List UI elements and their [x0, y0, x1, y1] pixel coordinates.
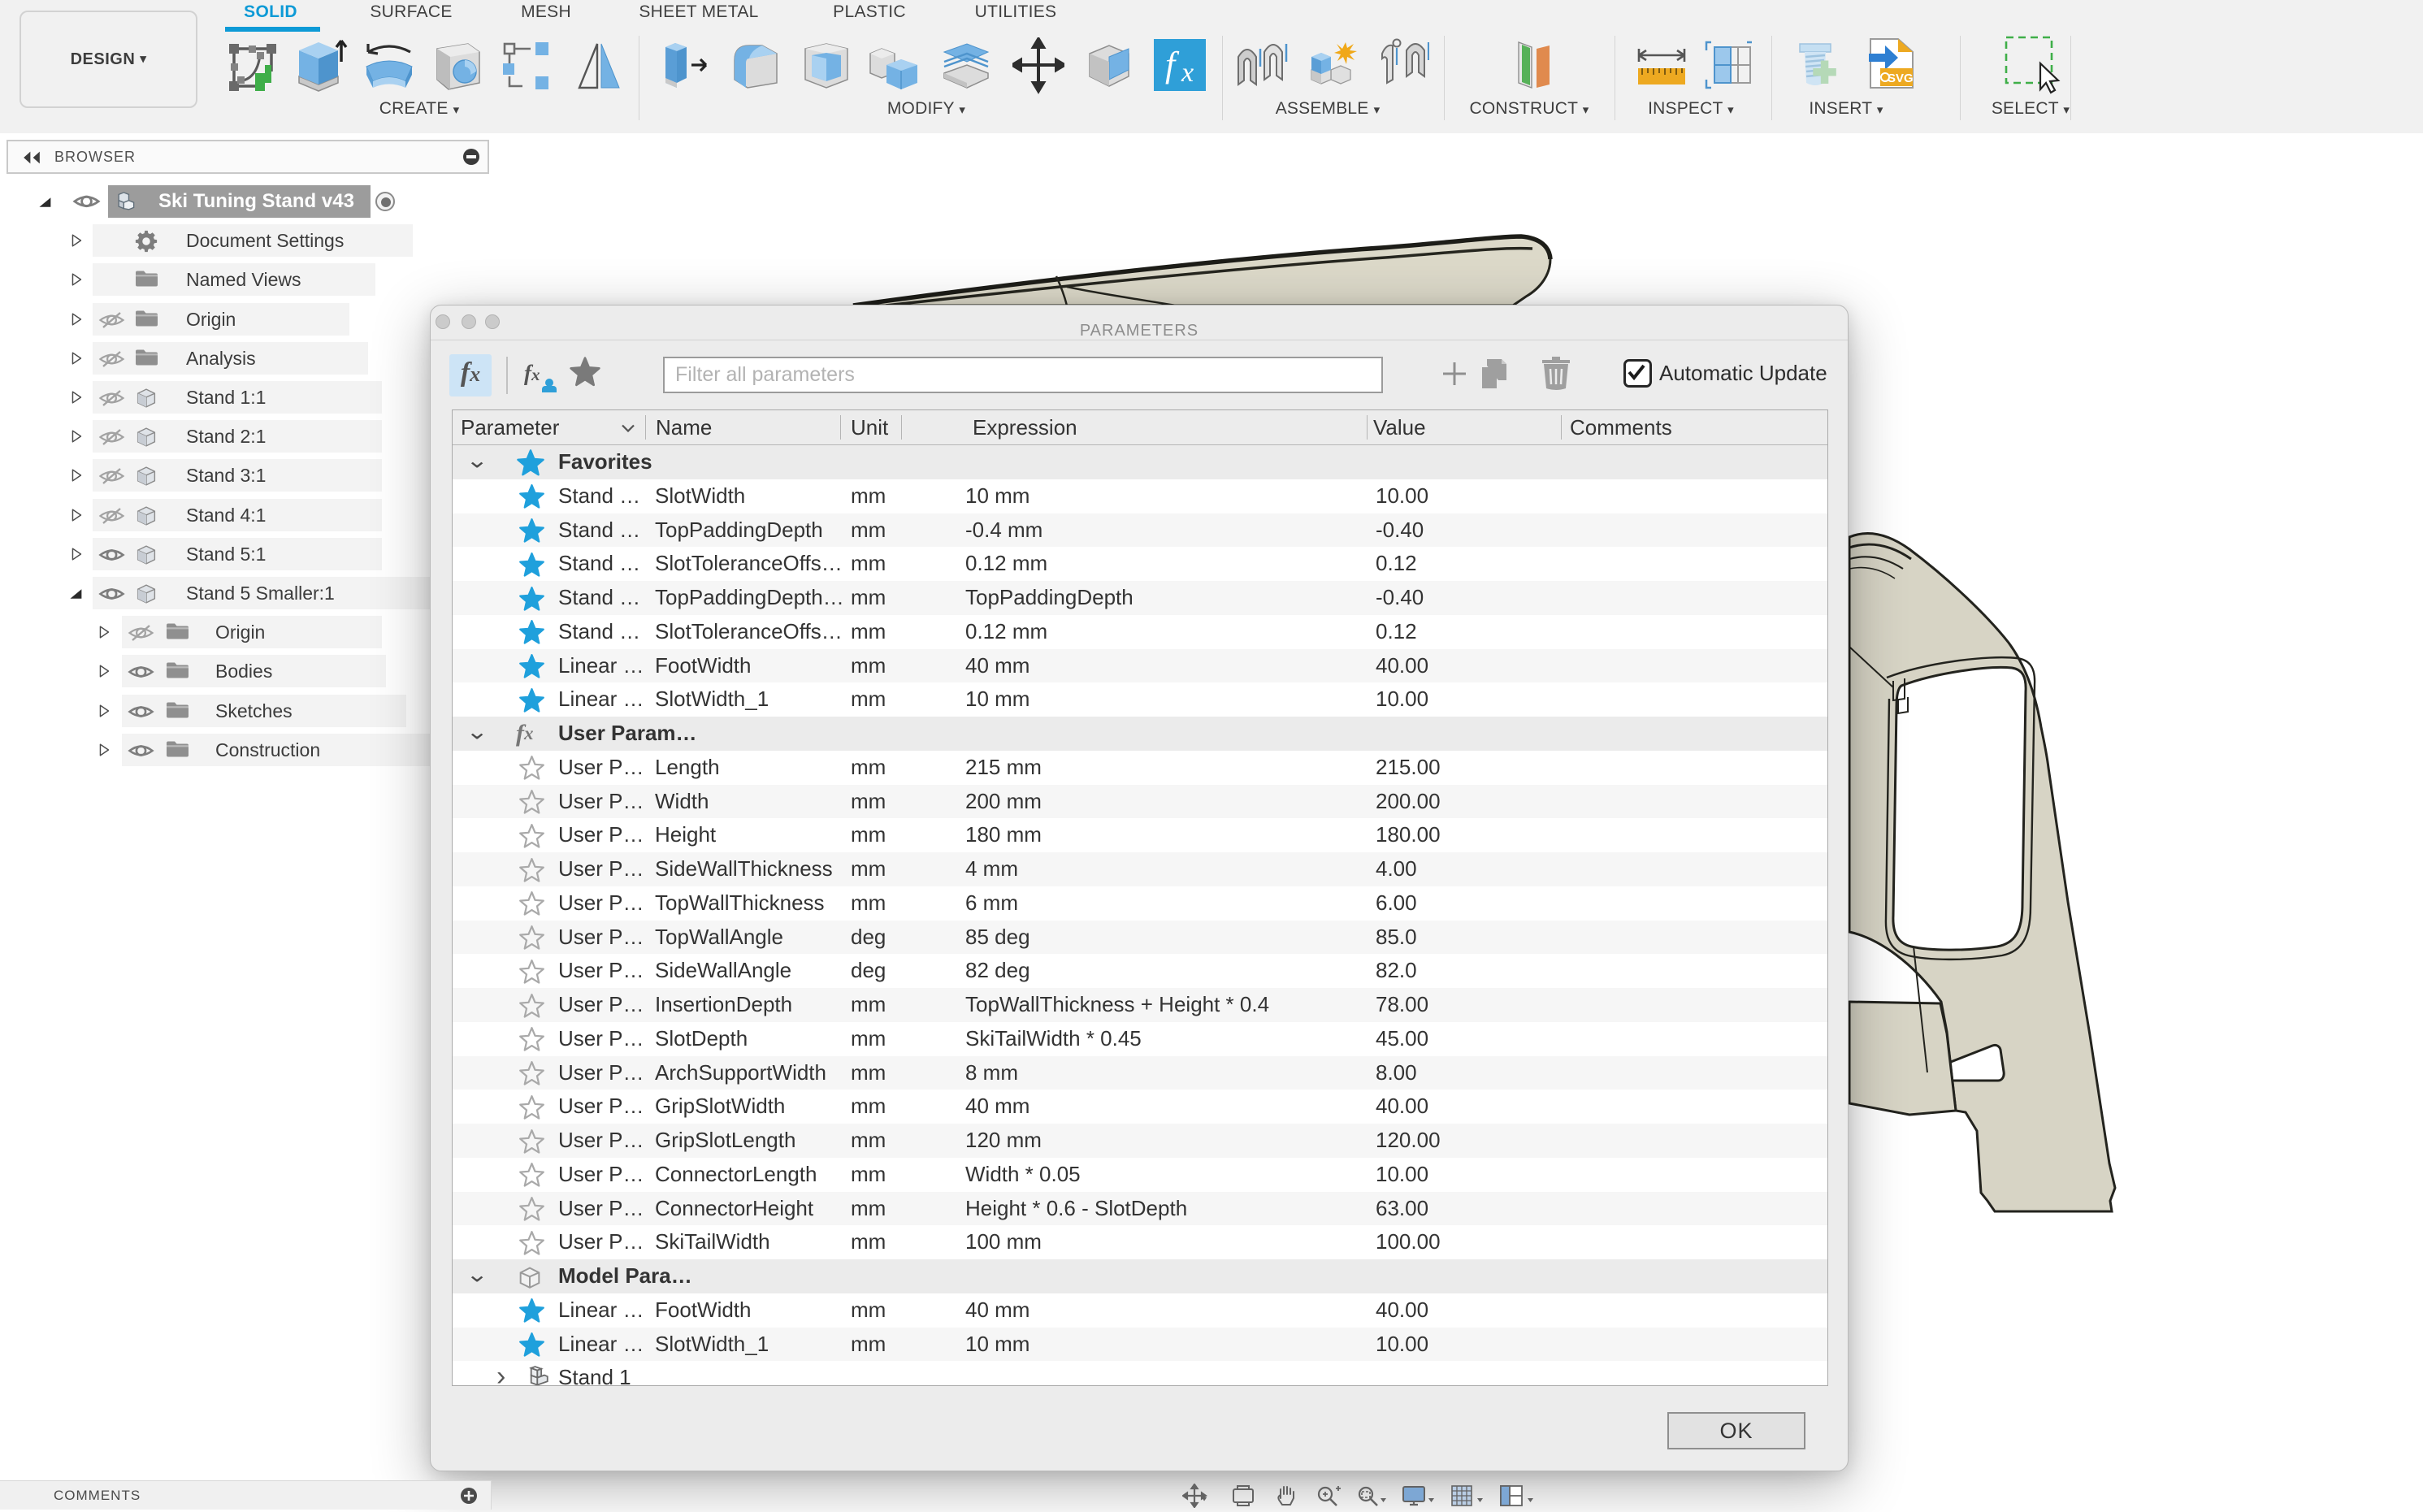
svg-text:x: x — [1181, 58, 1194, 88]
svg-text:SVG: SVG — [1888, 71, 1914, 85]
